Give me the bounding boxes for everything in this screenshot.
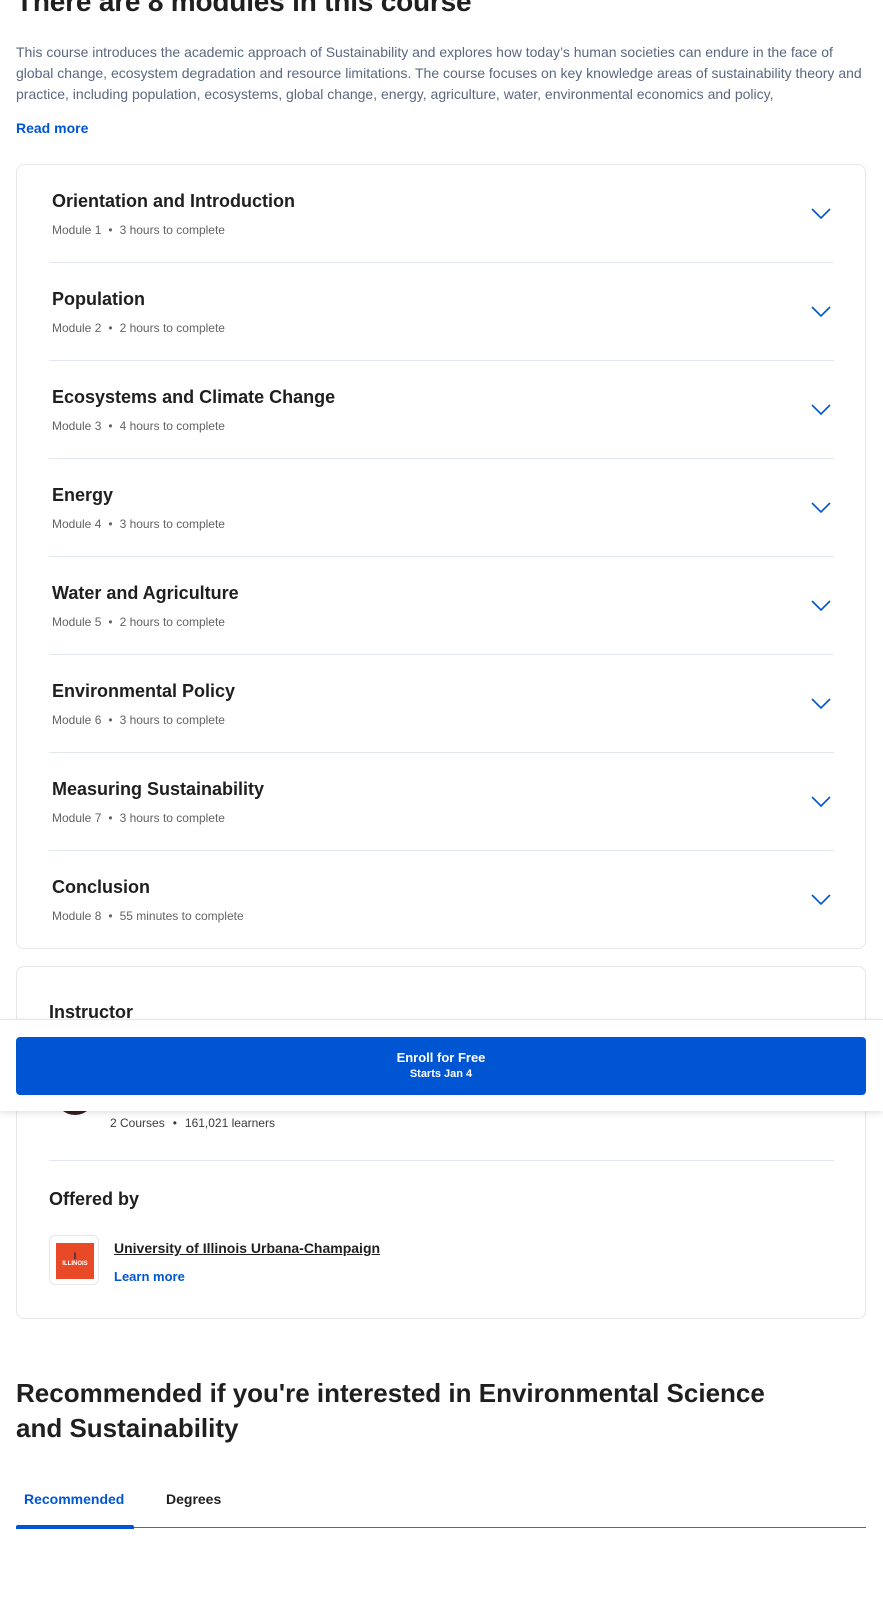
course-description: This course introduces the academic appr… <box>16 44 862 102</box>
module-meta: Module 6 • 3 hours to complete <box>52 713 225 727</box>
module-meta: Module 3 • 4 hours to complete <box>52 419 225 433</box>
module-duration: 2 hours to complete <box>119 615 225 629</box>
module-meta: Module 8 • 55 minutes to complete <box>52 909 244 923</box>
university-learn-more-link[interactable]: Learn more <box>114 1269 185 1284</box>
module-title: Conclusion <box>52 877 150 897</box>
module-meta: Module 1 • 3 hours to complete <box>52 223 225 237</box>
instructor-courses: 2 Courses <box>110 1116 165 1130</box>
instructor-learners: 161,021 learners <box>184 1116 275 1130</box>
instructor-stats: 2 Courses • 161,021 learners <box>110 1116 275 1130</box>
module-duration: 4 hours to complete <box>119 419 225 433</box>
read-more-link[interactable]: Read more <box>16 120 88 136</box>
university-logo[interactable]: I ILLINOIS <box>49 1235 99 1285</box>
module-title: Measuring Sustainability <box>52 779 265 799</box>
separator-dot: • <box>108 321 113 335</box>
active-tab-indicator <box>16 1525 134 1529</box>
illinois-logo-mark: I <box>73 1251 77 1261</box>
separator-dot: • <box>172 1116 177 1130</box>
module-item-8[interactable]: Conclusion Module 8 • 55 minutes to comple… <box>49 851 834 949</box>
module-duration: 2 hours to complete <box>119 321 225 335</box>
enroll-sticky-bar: Enroll for Free Starts Jan 4 <box>0 1019 883 1111</box>
module-item-5[interactable]: Water and Agriculture Module 5 • 2 hours t… <box>49 557 834 655</box>
chevron-down-icon[interactable] <box>811 207 831 221</box>
module-item-3[interactable]: Ecosystems and Climate Change Module 3 • 4… <box>49 361 834 459</box>
illinois-logo-text: ILLINOIS <box>62 1261 88 1267</box>
offered-by-heading: Offered by <box>49 1189 140 1209</box>
chevron-down-icon[interactable] <box>811 795 831 809</box>
separator-dot: • <box>108 811 113 825</box>
separator-dot: • <box>108 615 113 629</box>
module-title: Environmental Policy <box>52 681 236 701</box>
module-title: Energy <box>52 485 114 505</box>
enroll-button[interactable]: Enroll for Free Starts Jan 4 <box>16 1037 866 1095</box>
tab-recommended[interactable]: Recommended <box>24 1491 124 1507</box>
enroll-label: Enroll for Free <box>396 1050 486 1065</box>
separator-dot: • <box>108 419 113 433</box>
module-title: Ecosystems and Climate Change <box>52 387 336 407</box>
chevron-down-icon[interactable] <box>811 697 831 711</box>
enroll-start-date: Starts Jan 4 <box>409 1068 473 1080</box>
module-number: Module 2 <box>52 321 102 335</box>
module-number: Module 5 <box>52 615 102 629</box>
chevron-down-icon[interactable] <box>811 501 831 515</box>
module-meta: Module 5 • 2 hours to complete <box>52 615 225 629</box>
university-name-link[interactable]: University of Illinois Urbana-Champaign <box>114 1240 380 1256</box>
chevron-down-icon[interactable] <box>811 403 831 417</box>
module-duration: 55 minutes to complete <box>119 909 244 923</box>
module-title: Population <box>52 289 145 309</box>
module-duration: 3 hours to complete <box>119 713 225 727</box>
divider <box>49 1160 834 1161</box>
separator-dot: • <box>108 223 113 237</box>
module-item-1[interactable]: Orientation and Introduction Module 1 • 3 … <box>49 165 834 263</box>
modules-list: Orientation and Introduction Module 1 • 3 … <box>16 164 866 949</box>
module-duration: 3 hours to complete <box>119 223 225 237</box>
illinois-logo: I ILLINOIS <box>56 1243 94 1279</box>
chevron-down-icon[interactable] <box>811 893 831 907</box>
module-title: Water and Agriculture <box>52 583 239 603</box>
separator-dot: • <box>108 909 113 923</box>
module-number: Module 6 <box>52 713 102 727</box>
tab-degrees[interactable]: Degrees <box>166 1491 221 1507</box>
module-number: Module 8 <box>52 909 102 923</box>
separator-dot: • <box>108 713 113 727</box>
module-item-4[interactable]: Energy Module 4 • 3 hours to complete <box>49 459 834 557</box>
module-item-7[interactable]: Measuring Sustainability Module 7 • 3 hour… <box>49 753 834 851</box>
module-number: Module 3 <box>52 419 102 433</box>
module-number: Module 4 <box>52 517 102 531</box>
chevron-down-icon[interactable] <box>811 599 831 613</box>
module-number: Module 1 <box>52 223 102 237</box>
module-title: Orientation and Introduction <box>52 191 295 211</box>
module-number: Module 7 <box>52 811 102 825</box>
module-item-6[interactable]: Environmental Policy Module 6 • 3 hours to… <box>49 655 834 753</box>
module-duration: 3 hours to complete <box>119 517 225 531</box>
module-meta: Module 7 • 3 hours to complete <box>52 811 225 825</box>
module-meta: Module 4 • 3 hours to complete <box>52 517 225 531</box>
chevron-down-icon[interactable] <box>811 305 831 319</box>
recommended-tabs: Recommended Degrees <box>16 1482 866 1529</box>
recommended-heading: Recommended if you're interested in Envi… <box>16 1378 765 1443</box>
module-meta: Module 2 • 2 hours to complete <box>52 321 225 335</box>
separator-dot: • <box>108 517 113 531</box>
module-duration: 3 hours to complete <box>119 811 225 825</box>
module-item-2[interactable]: Population Module 2 • 2 hours to complete <box>49 263 834 361</box>
page-title: There are 8 modules in this course <box>16 0 472 17</box>
